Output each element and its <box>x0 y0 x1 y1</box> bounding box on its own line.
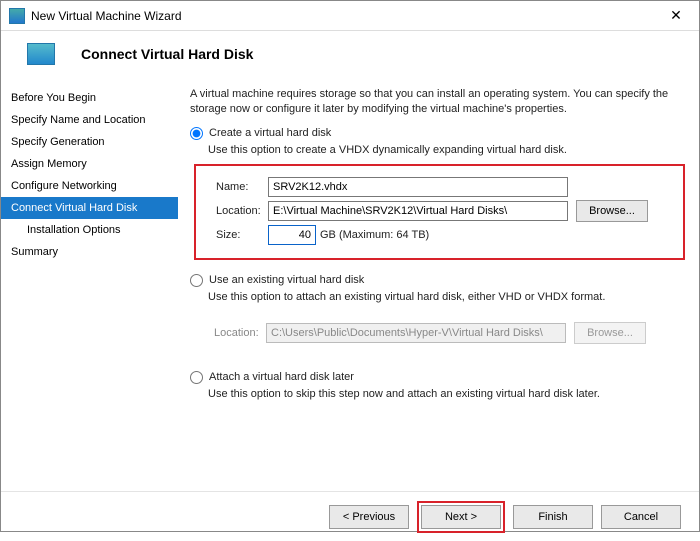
next-button-highlight: Next > <box>417 501 505 533</box>
step-installation-options[interactable]: Installation Options <box>1 219 178 241</box>
wizard-content: A virtual machine requires storage so th… <box>178 83 699 491</box>
existing-fields-group: Location: Browse... <box>194 311 685 357</box>
cancel-button[interactable]: Cancel <box>601 505 681 529</box>
step-configure-networking[interactable]: Configure Networking <box>1 175 178 197</box>
name-label: Name: <box>204 181 268 193</box>
existing-location-label: Location: <box>202 327 266 339</box>
title-bar: New Virtual Machine Wizard ✕ <box>1 1 699 31</box>
step-summary[interactable]: Summary <box>1 241 178 263</box>
size-input[interactable] <box>268 225 316 245</box>
create-desc: Use this option to create a VHDX dynamic… <box>208 144 685 156</box>
next-button[interactable]: Next > <box>421 505 501 529</box>
wizard-steps-sidebar: Before You Begin Specify Name and Locati… <box>1 83 178 491</box>
existing-desc: Use this option to attach an existing vi… <box>208 291 685 303</box>
radio-existing-label: Use an existing virtual hard disk <box>209 274 364 286</box>
step-specify-name[interactable]: Specify Name and Location <box>1 109 178 131</box>
step-assign-memory[interactable]: Assign Memory <box>1 153 178 175</box>
later-desc: Use this option to skip this step now an… <box>208 388 685 400</box>
location-label: Location: <box>204 205 268 217</box>
step-before-you-begin[interactable]: Before You Begin <box>1 87 178 109</box>
wizard-header-icon <box>27 43 55 65</box>
existing-location-input <box>266 323 566 343</box>
window-title: New Virtual Machine Wizard <box>31 9 661 23</box>
option-create-vhd: Create a virtual hard disk Use this opti… <box>190 127 685 260</box>
previous-button[interactable]: < Previous <box>329 505 409 529</box>
browse-button[interactable]: Browse... <box>576 200 648 222</box>
radio-create-vhd[interactable] <box>190 127 203 140</box>
step-connect-vhd[interactable]: Connect Virtual Hard Disk <box>1 197 178 219</box>
size-suffix: GB (Maximum: 64 TB) <box>320 229 429 241</box>
page-title: Connect Virtual Hard Disk <box>81 46 253 62</box>
option-existing-vhd: Use an existing virtual hard disk Use th… <box>190 274 685 357</box>
wizard-footer: < Previous Next > Finish Cancel <box>1 491 699 541</box>
finish-button[interactable]: Finish <box>513 505 593 529</box>
app-icon <box>9 8 25 24</box>
step-specify-generation[interactable]: Specify Generation <box>1 131 178 153</box>
intro-text: A virtual machine requires storage so th… <box>190 87 685 117</box>
radio-later-label: Attach a virtual hard disk later <box>209 371 354 383</box>
wizard-header: Connect Virtual Hard Disk <box>1 31 699 83</box>
name-input[interactable] <box>268 177 568 197</box>
radio-attach-later[interactable] <box>190 371 203 384</box>
radio-create-label: Create a virtual hard disk <box>209 127 331 139</box>
size-label: Size: <box>204 229 268 241</box>
location-input[interactable] <box>268 201 568 221</box>
close-icon[interactable]: ✕ <box>661 7 691 24</box>
create-fields-group: Name: Location: Browse... Size: GB (Maxi… <box>194 164 685 260</box>
option-attach-later: Attach a virtual hard disk later Use thi… <box>190 371 685 400</box>
radio-existing-vhd[interactable] <box>190 274 203 287</box>
existing-browse-button: Browse... <box>574 322 646 344</box>
